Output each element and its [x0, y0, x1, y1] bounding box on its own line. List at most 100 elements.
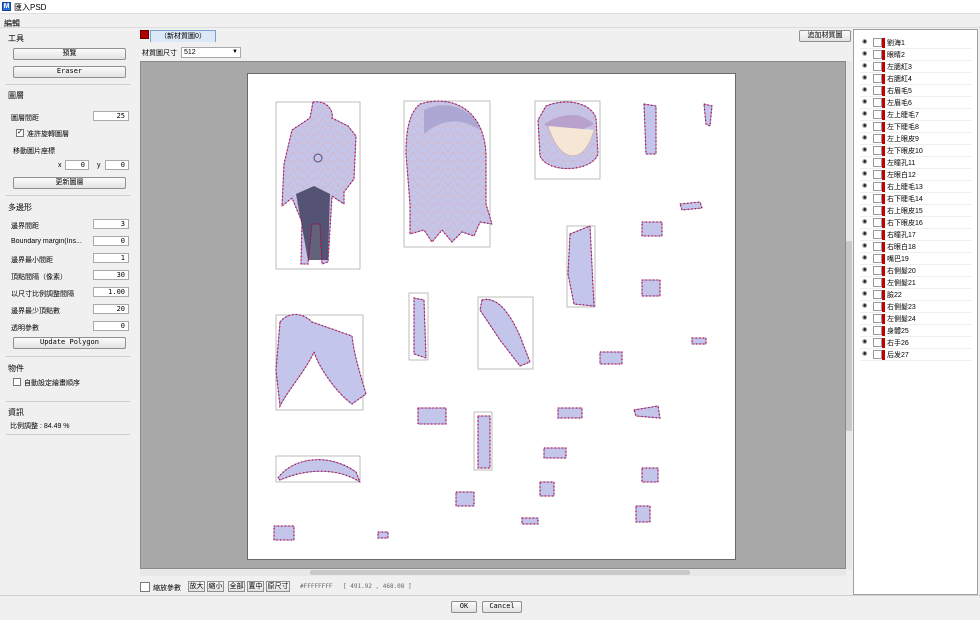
texture-size-label: 材質圖尺寸: [142, 50, 177, 57]
add-texture-button[interactable]: 追加材質圖: [799, 30, 851, 42]
texture-atlas-canvas[interactable]: [247, 73, 736, 560]
layer-name: 右下睫毛14: [887, 196, 923, 203]
layer-row[interactable]: ◉ 左眉毛6: [860, 97, 972, 109]
fit-all-button[interactable]: 全部: [228, 581, 245, 592]
eye-icon[interactable]: ◉: [862, 75, 870, 82]
eye-icon[interactable]: ◉: [862, 147, 870, 154]
layer-row[interactable]: ◉ 左側髮24: [860, 313, 972, 325]
scrollbar-thumb[interactable]: [310, 570, 690, 575]
layer-thumbnail: [873, 74, 882, 83]
zoom-in-button[interactable]: 放大: [188, 581, 205, 592]
polygon-field-input[interactable]: 1.00: [93, 287, 129, 297]
eye-icon[interactable]: ◉: [862, 171, 870, 178]
vertical-scrollbar[interactable]: [846, 61, 852, 569]
eye-icon[interactable]: ◉: [862, 87, 870, 94]
horizontal-scrollbar[interactable]: [140, 569, 846, 576]
zoom-out-button[interactable]: 縮小: [207, 581, 224, 592]
tab-new-texture[interactable]: （新材質圖0）: [150, 30, 216, 42]
eye-icon[interactable]: ◉: [862, 123, 870, 130]
eye-icon[interactable]: ◉: [862, 51, 870, 58]
layer-row[interactable]: ◉ 右上睫毛13: [860, 181, 972, 193]
layer-row[interactable]: ◉ 右上眼皮15: [860, 205, 972, 217]
layer-row[interactable]: ◉ 眼睛2: [860, 49, 972, 61]
cancel-button[interactable]: Cancel: [482, 601, 522, 613]
layer-row[interactable]: ◉ 右下眼皮16: [860, 217, 972, 229]
eye-icon[interactable]: ◉: [862, 255, 870, 262]
canvas-toolbar: 縮放參數 放大 縮小 全部 置中 原尺寸 #FFFFFFFF [ 491.92 …: [138, 579, 852, 593]
eye-icon[interactable]: ◉: [862, 243, 870, 250]
layer-row[interactable]: ◉ 右瞳孔17: [860, 229, 972, 241]
layer-row[interactable]: ◉ 右下睫毛14: [860, 193, 972, 205]
layer-color-tag: [882, 290, 885, 300]
layer-row[interactable]: ◉ 左眼白12: [860, 169, 972, 181]
layer-row[interactable]: ◉ 左下眼皮10: [860, 145, 972, 157]
polygon-field-input[interactable]: 30: [93, 270, 129, 280]
preview-button[interactable]: 預覽: [13, 48, 126, 60]
polygon-field-input[interactable]: 1: [93, 253, 129, 263]
eye-icon[interactable]: ◉: [862, 99, 870, 106]
scrollbar-thumb[interactable]: [846, 241, 852, 431]
update-polygon-button[interactable]: Update Polygon: [13, 337, 126, 349]
eye-icon[interactable]: ◉: [862, 195, 870, 202]
layer-row[interactable]: ◉ 右眉毛5: [860, 85, 972, 97]
layer-row[interactable]: ◉ 左側髮21: [860, 277, 972, 289]
eye-icon[interactable]: ◉: [862, 183, 870, 190]
eye-icon[interactable]: ◉: [862, 327, 870, 334]
eye-icon[interactable]: ◉: [862, 39, 870, 46]
menu-edit[interactable]: 編輯: [4, 18, 20, 29]
eye-icon[interactable]: ◉: [862, 339, 870, 346]
layer-thumbnail: [873, 62, 882, 71]
eye-icon[interactable]: ◉: [862, 267, 870, 274]
layer-row[interactable]: ◉ 左上睫毛7: [860, 109, 972, 121]
layer-row[interactable]: ◉ 劉海1: [860, 37, 972, 49]
layer-row[interactable]: ◉ 嘴巴19: [860, 253, 972, 265]
auto-order-checkbox[interactable]: [13, 378, 21, 386]
polygon-field-input[interactable]: 0: [93, 236, 129, 246]
polygon-field-input[interactable]: 3: [93, 219, 129, 229]
texture-canvas-viewport[interactable]: [140, 61, 846, 569]
layer-row[interactable]: ◉ 身體25: [860, 325, 972, 337]
eye-icon[interactable]: ◉: [862, 219, 870, 226]
eye-icon[interactable]: ◉: [862, 303, 870, 310]
x-input[interactable]: 0: [65, 160, 89, 170]
update-layers-button[interactable]: 更新圖層: [13, 177, 126, 189]
ok-button[interactable]: OK: [451, 601, 477, 613]
layer-row[interactable]: ◉ 左上眼皮9: [860, 133, 972, 145]
eye-icon[interactable]: ◉: [862, 315, 870, 322]
layer-thumbnail: [873, 278, 882, 287]
scale-param-checkbox[interactable]: [140, 582, 150, 592]
layer-row[interactable]: ◉ 左瞳孔11: [860, 157, 972, 169]
layer-row[interactable]: ◉ 右手26: [860, 337, 972, 349]
layer-row[interactable]: ◉ 右腮紅4: [860, 73, 972, 85]
original-size-button[interactable]: 原尺寸: [266, 581, 290, 592]
layer-row[interactable]: ◉ 左腮紅3: [860, 61, 972, 73]
y-input[interactable]: 0: [105, 160, 129, 170]
layer-row[interactable]: ◉ 后发27: [860, 349, 972, 361]
layer-row[interactable]: ◉ 右眼白18: [860, 241, 972, 253]
polygon-field-input[interactable]: 20: [93, 304, 129, 314]
layer-color-tag: [882, 302, 885, 312]
eye-icon[interactable]: ◉: [862, 291, 870, 298]
allow-rotate-checkbox[interactable]: ✓: [16, 129, 24, 137]
eye-icon[interactable]: ◉: [862, 351, 870, 358]
layer-thumbnail: [873, 86, 882, 95]
layer-row[interactable]: ◉ 右側髮23: [860, 301, 972, 313]
center-button[interactable]: 置中: [247, 581, 264, 592]
eye-icon[interactable]: ◉: [862, 63, 870, 70]
eye-icon[interactable]: ◉: [862, 279, 870, 286]
eye-icon[interactable]: ◉: [862, 207, 870, 214]
eye-icon[interactable]: ◉: [862, 135, 870, 142]
layer-row[interactable]: ◉ 右側髮20: [860, 265, 972, 277]
polygon-field-input[interactable]: 0: [93, 321, 129, 331]
layer-row[interactable]: ◉ 左下睫毛8: [860, 121, 972, 133]
eye-icon[interactable]: ◉: [862, 231, 870, 238]
layer-thumbnail: [873, 242, 882, 251]
layer-thumbnail: [873, 194, 882, 203]
eye-icon[interactable]: ◉: [862, 159, 870, 166]
layer-row[interactable]: ◉ 臉22: [860, 289, 972, 301]
eraser-button[interactable]: Eraser: [13, 66, 126, 78]
layer-color-tag: [882, 350, 885, 360]
eye-icon[interactable]: ◉: [862, 111, 870, 118]
layer-spacing-input[interactable]: 25: [93, 111, 129, 121]
texture-size-select[interactable]: 512 ▼: [181, 47, 241, 58]
